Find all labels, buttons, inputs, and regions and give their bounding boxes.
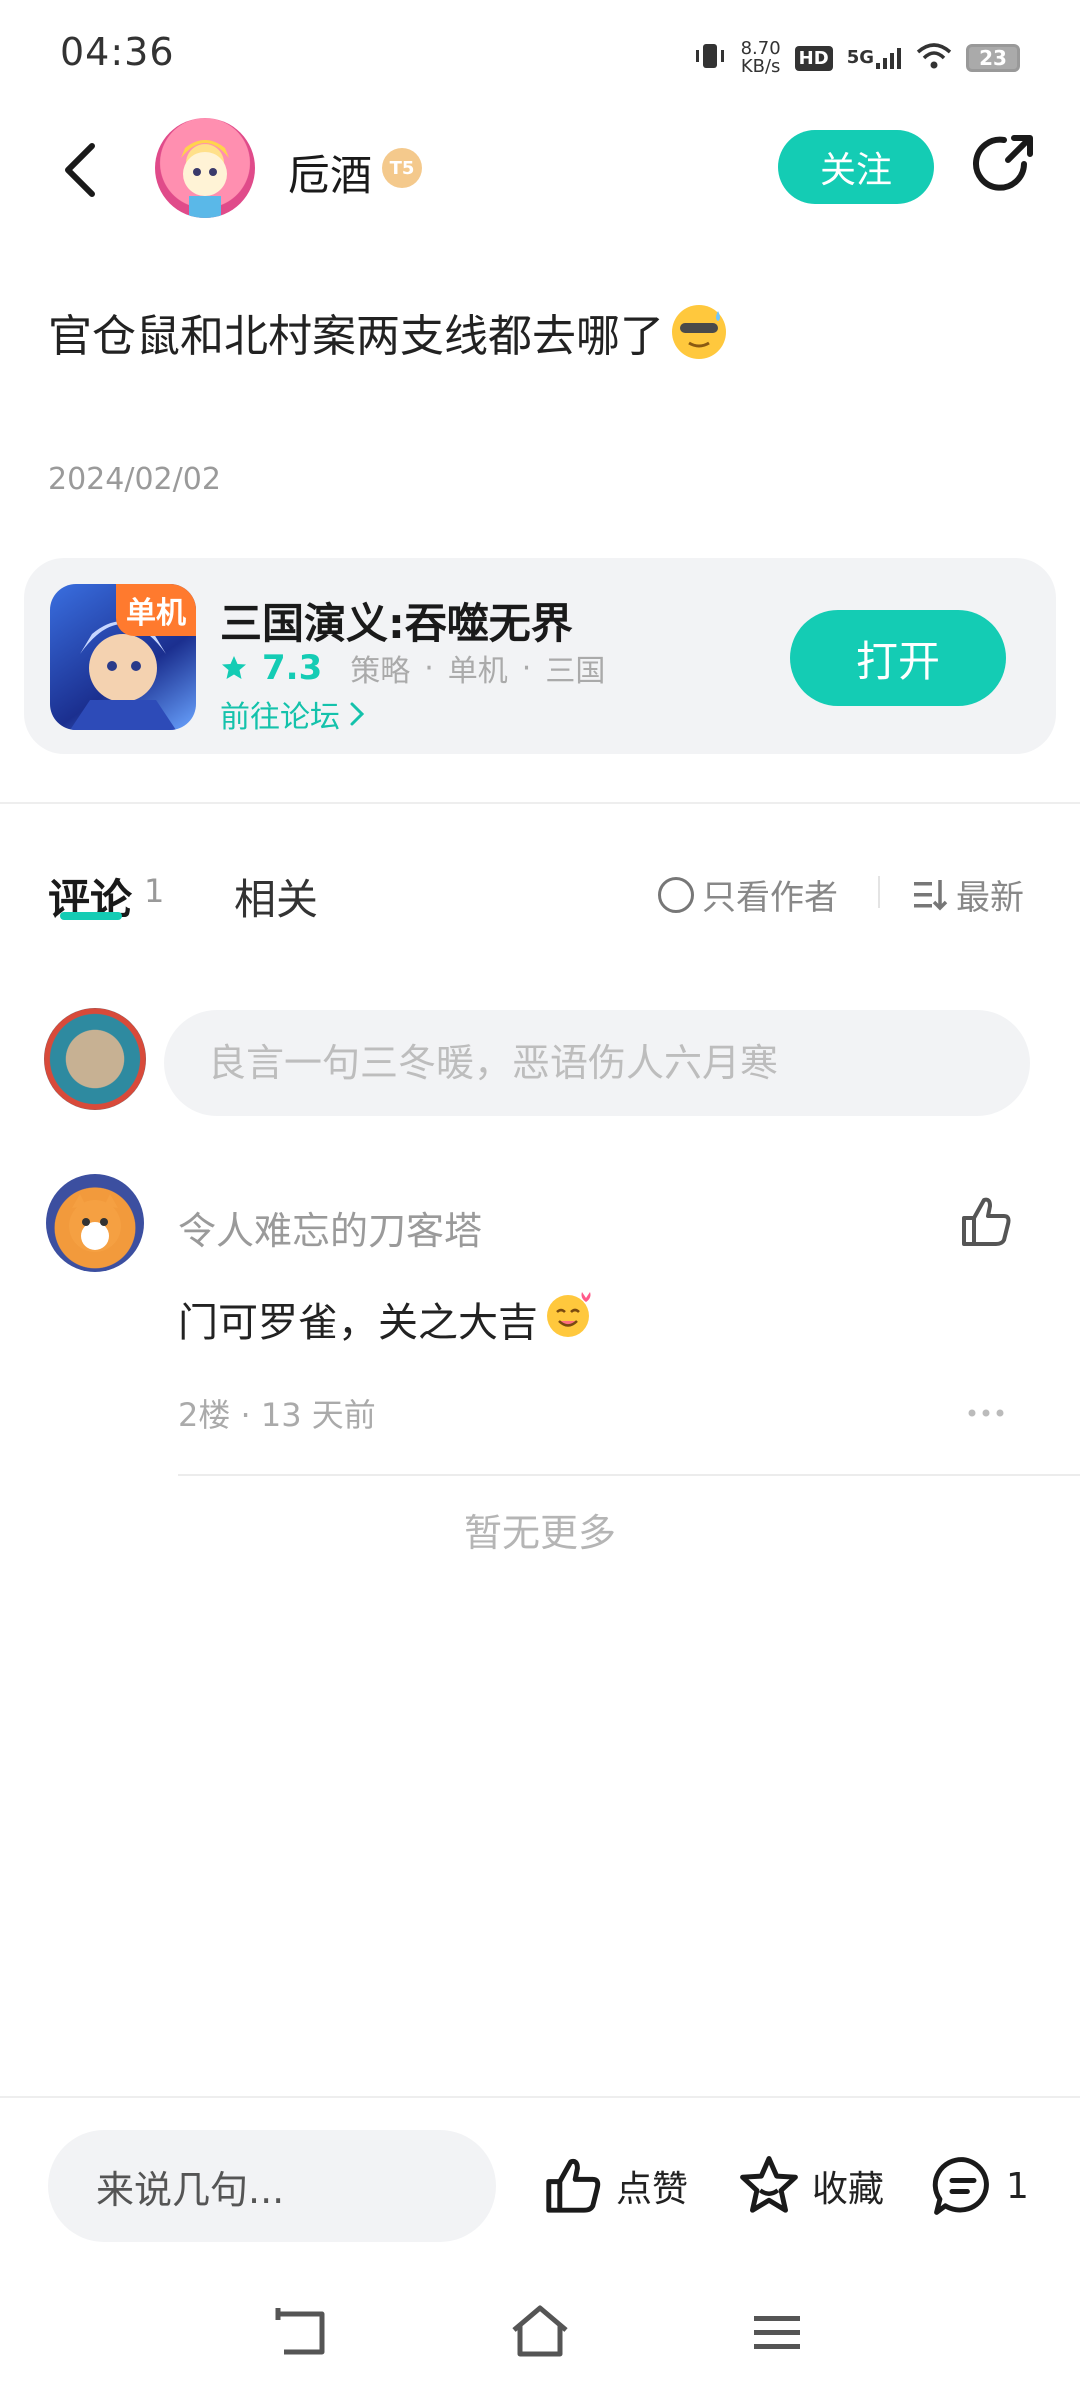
section-divider: [0, 802, 1080, 804]
tab-active-indicator: [60, 912, 122, 920]
vertical-separator: [878, 876, 880, 908]
radio-icon: [658, 876, 694, 913]
game-tag: 策略: [350, 654, 411, 689]
share-icon: [973, 135, 1033, 191]
network-speed: 8.70 KB/s: [741, 40, 781, 76]
sort-label: 最新: [956, 878, 1024, 918]
more-dots-icon: [968, 1409, 1004, 1417]
battery-icon: 23: [966, 44, 1020, 72]
comment-divider: [178, 1474, 1080, 1476]
comment-content: 门可罗雀，关之大吉: [178, 1290, 592, 1348]
hd-badge: HD: [794, 45, 833, 71]
commenter-avatar[interactable]: [46, 1174, 144, 1272]
system-home-button[interactable]: [508, 2302, 572, 2362]
bottom-bar-divider: [0, 2096, 1080, 2098]
system-menu-button[interactable]: [752, 2308, 802, 2358]
star-icon: [220, 654, 248, 682]
like-label: 点赞: [616, 2169, 689, 2210]
no-more-text: 暂无更多: [463, 1511, 616, 1555]
game-meta: 7.3 策略 · 单机 · 三国: [220, 646, 605, 690]
game-title: 三国演义:吞噬无界: [220, 599, 573, 648]
vibrate-icon: [693, 41, 727, 75]
bottom-comment-input[interactable]: 来说几句...: [48, 2130, 496, 2242]
game-tag: 单机: [447, 654, 508, 689]
battery-level: 23: [979, 46, 1007, 70]
network-speed-unit: KB/s: [740, 56, 781, 77]
comment-text: 门可罗雀，关之大吉: [178, 1300, 538, 1346]
star-icon: [740, 2156, 798, 2213]
signal-icon: 5G: [847, 47, 902, 69]
menu-icon: [754, 2316, 800, 2349]
game-icon[interactable]: 单机: [50, 584, 196, 730]
comment-input[interactable]: [164, 1010, 1030, 1116]
favorite-button[interactable]: 收藏: [736, 2150, 884, 2222]
sort-button[interactable]: 最新: [912, 870, 1024, 919]
favorite-label: 收藏: [812, 2169, 885, 2210]
game-tag: 三国: [545, 654, 606, 689]
author-avatar[interactable]: [155, 118, 255, 218]
back-arrow-icon: [275, 2308, 325, 2355]
system-back-button[interactable]: [270, 2306, 332, 2360]
follow-button[interactable]: 关注: [778, 130, 934, 204]
status-icons: 8.70 KB/s HD 5G 23: [693, 34, 1020, 82]
sort-icon: [914, 879, 948, 910]
thumbs-up-icon: [546, 2158, 601, 2213]
post-content: 官仓鼠和北村案两支线都去哪了: [48, 300, 726, 364]
chevron-left-icon: [65, 143, 95, 197]
wifi-icon: [916, 42, 952, 74]
comment-more-button[interactable]: [966, 1384, 1006, 1428]
dot-separator: ·: [521, 650, 532, 686]
thumbs-up-icon: [962, 1197, 1011, 1246]
back-button[interactable]: [50, 130, 110, 210]
game-score: 7.3: [262, 648, 323, 688]
like-button[interactable]: 点赞: [540, 2150, 688, 2222]
tab-related[interactable]: 相关: [234, 866, 318, 927]
comment-bubble-icon: [932, 2157, 989, 2215]
open-game-button[interactable]: 打开: [790, 610, 1006, 706]
post-date: 2024/02/02: [48, 462, 221, 497]
tab-comments-count: 1: [144, 872, 165, 910]
sweat-smile-emoji-icon: [672, 305, 726, 359]
author-name[interactable]: 卮酒: [288, 142, 372, 203]
my-avatar[interactable]: [44, 1008, 146, 1110]
status-time: 04:36: [60, 30, 175, 74]
commenter-name[interactable]: 令人难忘的刀客塔: [178, 1200, 482, 1255]
yum-emoji-icon: [544, 1290, 592, 1348]
author-only-label: 只看作者: [702, 878, 838, 918]
level-badge: T5: [382, 148, 422, 188]
comments-count: 1: [1006, 2165, 1029, 2207]
home-icon: [512, 2305, 568, 2357]
comment-meta: 2楼 · 13 天前: [178, 1396, 376, 1434]
signal-label: 5G: [846, 47, 874, 68]
forum-link[interactable]: 前往论坛: [220, 692, 366, 736]
post-text: 官仓鼠和北村案两支线都去哪了: [48, 311, 664, 362]
comment-like-button[interactable]: [956, 1192, 1016, 1252]
dot-separator: ·: [424, 650, 434, 686]
forum-link-label: 前往论坛: [220, 700, 340, 735]
share-button[interactable]: [968, 130, 1038, 200]
game-icon-tag: 单机: [116, 584, 196, 636]
chevron-right-icon: [350, 702, 365, 726]
author-only-toggle[interactable]: 只看作者: [658, 870, 838, 919]
comments-button[interactable]: 1: [930, 2150, 1029, 2222]
